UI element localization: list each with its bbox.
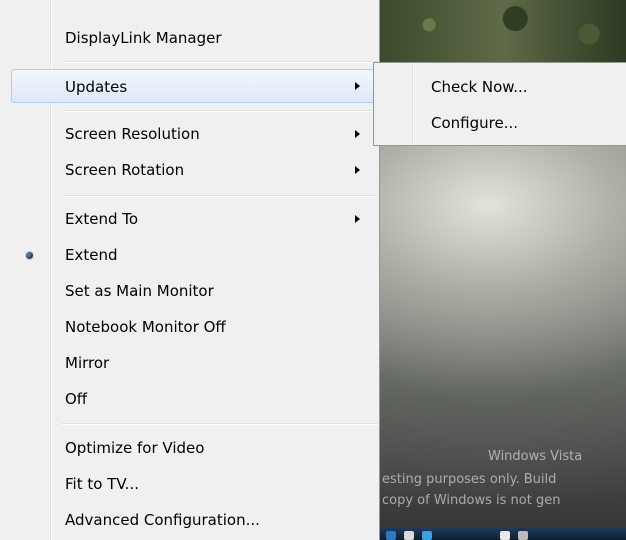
menu-item-label: Fit to TV... [65,475,139,493]
tray-displaylink-icon[interactable] [422,531,432,540]
menu-item-label: Advanced Configuration... [65,511,260,529]
menu-item-optimize-for-video[interactable]: Optimize for Video [0,431,378,465]
menu-item-set-as-main-monitor[interactable]: Set as Main Monitor [0,274,378,308]
submenu-item-label: Check Now... [431,78,528,96]
tray-monitor-icon[interactable] [518,531,528,540]
menu-item-label: Mirror [65,354,110,372]
menu-item-extend[interactable]: Extend [0,238,378,272]
submenu-item-label: Configure... [431,114,519,132]
submenu-arrow-icon [355,130,360,138]
menu-separator [62,423,378,425]
menu-item-label: Optimize for Video [65,439,205,457]
watermark-line-1: Windows Vista [488,449,583,464]
submenu-arrow-icon [355,82,360,90]
menu-item-label: Off [65,390,88,408]
menu-item-label: Extend To [65,210,139,228]
menu-item-screen-resolution[interactable]: Screen Resolution [0,117,378,151]
menu-separator [62,195,378,197]
displaylink-context-menu: DisplayLink Manager Updates Screen Resol… [0,0,380,540]
submenu-arrow-icon [355,166,360,174]
watermark-line-3: copy of Windows is not gen [382,493,561,508]
submenu-arrow-icon [355,215,360,223]
menu-item-label: Screen Rotation [65,161,185,179]
radio-selected-icon [26,252,33,259]
wallpaper-foliage [380,0,626,62]
menu-item-label: Screen Resolution [65,125,200,143]
menu-item-label: Notebook Monitor Off [65,318,226,336]
tray-network-icon[interactable] [386,531,396,540]
menu-item-fit-to-tv[interactable]: Fit to TV... [0,467,378,501]
menu-item-screen-rotation[interactable]: Screen Rotation [0,153,378,187]
menu-item-label: Extend [65,246,118,264]
menu-item-notebook-monitor-off[interactable]: Notebook Monitor Off [0,310,378,344]
submenu-item-configure[interactable]: Configure... [374,106,626,140]
menu-item-off[interactable]: Off [0,382,378,416]
menu-item-displaylink-manager[interactable]: DisplayLink Manager [0,21,378,55]
menu-item-updates[interactable]: Updates [11,69,377,103]
menu-item-label: Set as Main Monitor [65,282,214,300]
updates-submenu: Check Now... Configure... [373,62,626,146]
menu-item-advanced-configuration[interactable]: Advanced Configuration... [0,503,378,537]
menu-item-label: Updates [65,78,128,96]
menu-item-mirror[interactable]: Mirror [0,346,378,380]
submenu-item-check-now[interactable]: Check Now... [374,70,626,104]
tray-clipboard-icon[interactable] [500,531,510,540]
menu-item-label: DisplayLink Manager [65,29,222,47]
menu-separator [62,110,378,112]
tray-volume-icon[interactable] [404,531,414,540]
watermark-line-2: esting purposes only. Build [382,472,557,487]
menu-item-extend-to[interactable]: Extend To [0,202,378,236]
menu-separator [62,61,378,63]
